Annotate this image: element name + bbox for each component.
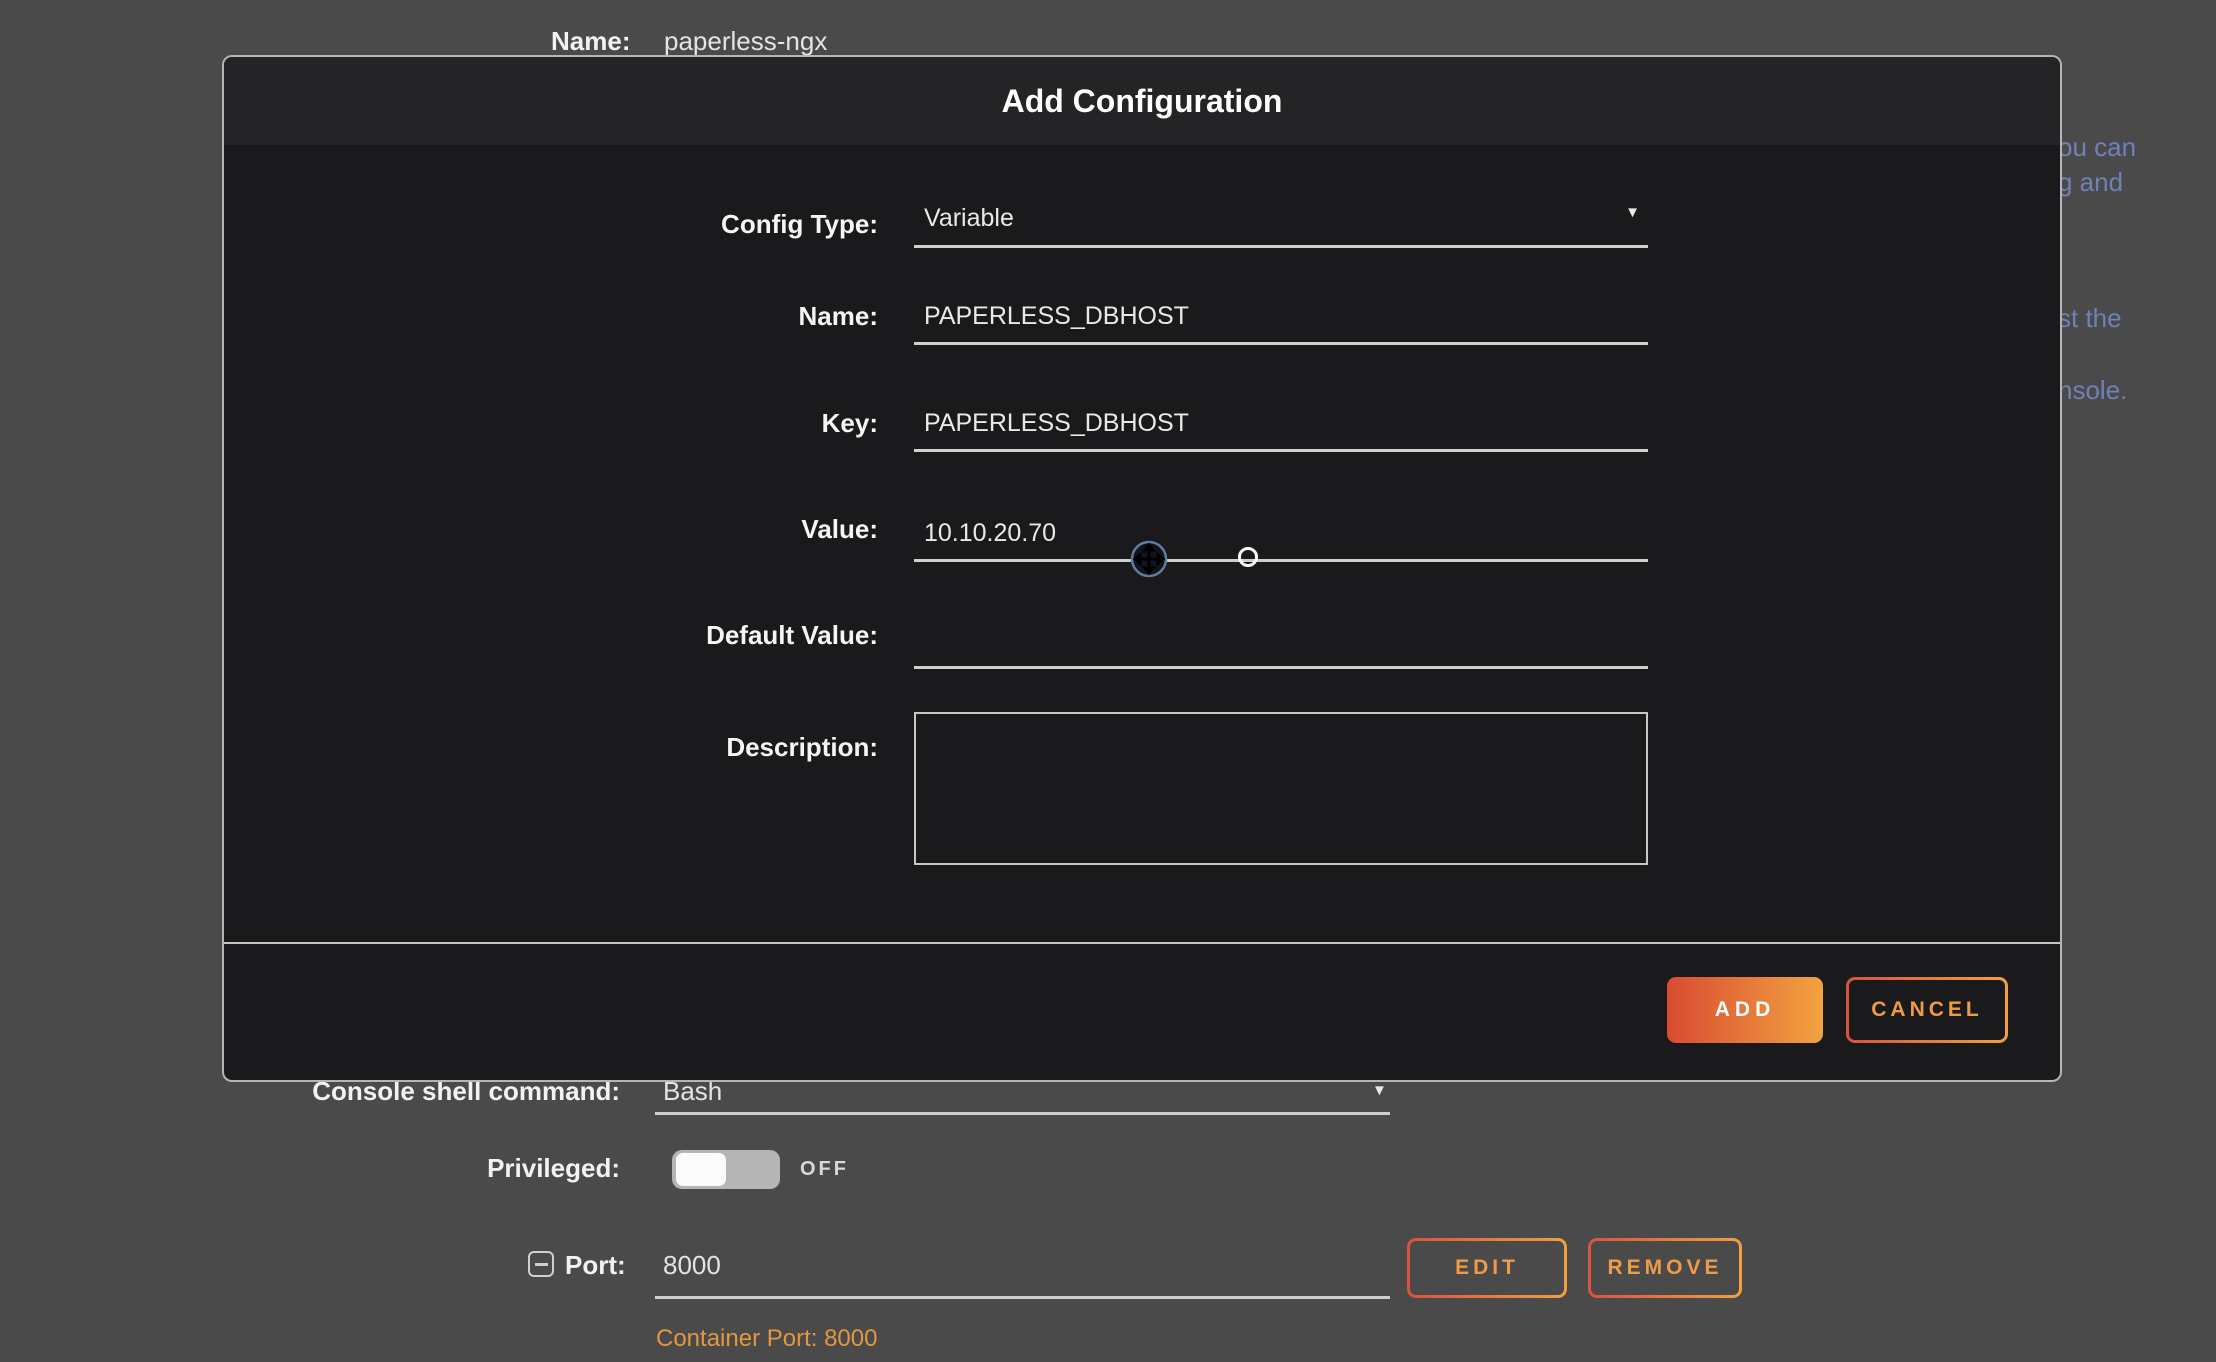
minus-icon <box>535 1263 548 1266</box>
privileged-state: OFF <box>800 1158 849 1181</box>
chevron-down-icon[interactable]: ▼ <box>1372 1082 1387 1099</box>
toggle-knob-icon <box>676 1153 726 1186</box>
help-text-fragment: g and <box>2058 166 2216 198</box>
cancel-button[interactable]: CANCEL <box>1846 977 2008 1043</box>
click-indicator-icon <box>1238 547 1258 567</box>
help-text-fragment: ou can <box>2058 131 2216 163</box>
port-value[interactable]: 8000 <box>663 1250 721 1281</box>
port-underline <box>655 1296 1390 1299</box>
container-name-value: paperless-ngx <box>664 26 827 57</box>
footer-divider <box>224 942 2060 944</box>
console-shell-command-underline <box>655 1112 1390 1115</box>
cancel-button-label: CANCEL <box>1849 980 2005 1040</box>
value-label: Value: <box>478 514 878 545</box>
privileged-label: Privileged: <box>220 1153 620 1184</box>
name-label: Name: <box>478 301 878 332</box>
value-field-box <box>914 516 1648 562</box>
container-port-subtext: Container Port: 8000 <box>656 1325 877 1353</box>
help-text-fragment: st the <box>2058 302 2216 334</box>
add-button-label: ADD <box>1715 998 1776 1022</box>
name-field-box <box>914 299 1648 345</box>
edit-button[interactable]: EDIT <box>1407 1238 1567 1298</box>
description-textarea[interactable] <box>914 712 1648 865</box>
collapse-icon[interactable] <box>528 1251 554 1277</box>
description-label: Description: <box>478 732 878 763</box>
key-field-box <box>914 406 1648 452</box>
chevron-down-icon: ▼ <box>1625 204 1640 221</box>
dialog-title: Add Configuration <box>1002 83 1283 120</box>
key-input[interactable] <box>914 406 1648 449</box>
name-input[interactable] <box>914 299 1648 342</box>
dialog-header: Add Configuration <box>224 57 2060 145</box>
config-type-label: Config Type: <box>478 209 878 240</box>
config-type-value: Variable <box>924 204 1014 233</box>
move-cursor-icon <box>1130 540 1168 578</box>
config-type-select[interactable]: Variable ▼ <box>914 202 1648 248</box>
default-value-label: Default Value: <box>478 620 878 651</box>
privileged-toggle[interactable] <box>672 1150 780 1189</box>
help-text-fragment: nsole. <box>2058 374 2216 406</box>
container-name-label: Name: <box>551 26 630 57</box>
port-label: Port: <box>565 1250 626 1281</box>
default-value-field-box <box>914 623 1648 669</box>
add-button[interactable]: ADD <box>1667 977 1823 1043</box>
value-input[interactable] <box>914 516 1648 559</box>
key-label: Key: <box>478 408 878 439</box>
remove-button-label: REMOVE <box>1591 1241 1739 1295</box>
remove-button[interactable]: REMOVE <box>1588 1238 1742 1298</box>
edit-button-label: EDIT <box>1410 1241 1564 1295</box>
default-value-input[interactable] <box>914 623 1648 666</box>
